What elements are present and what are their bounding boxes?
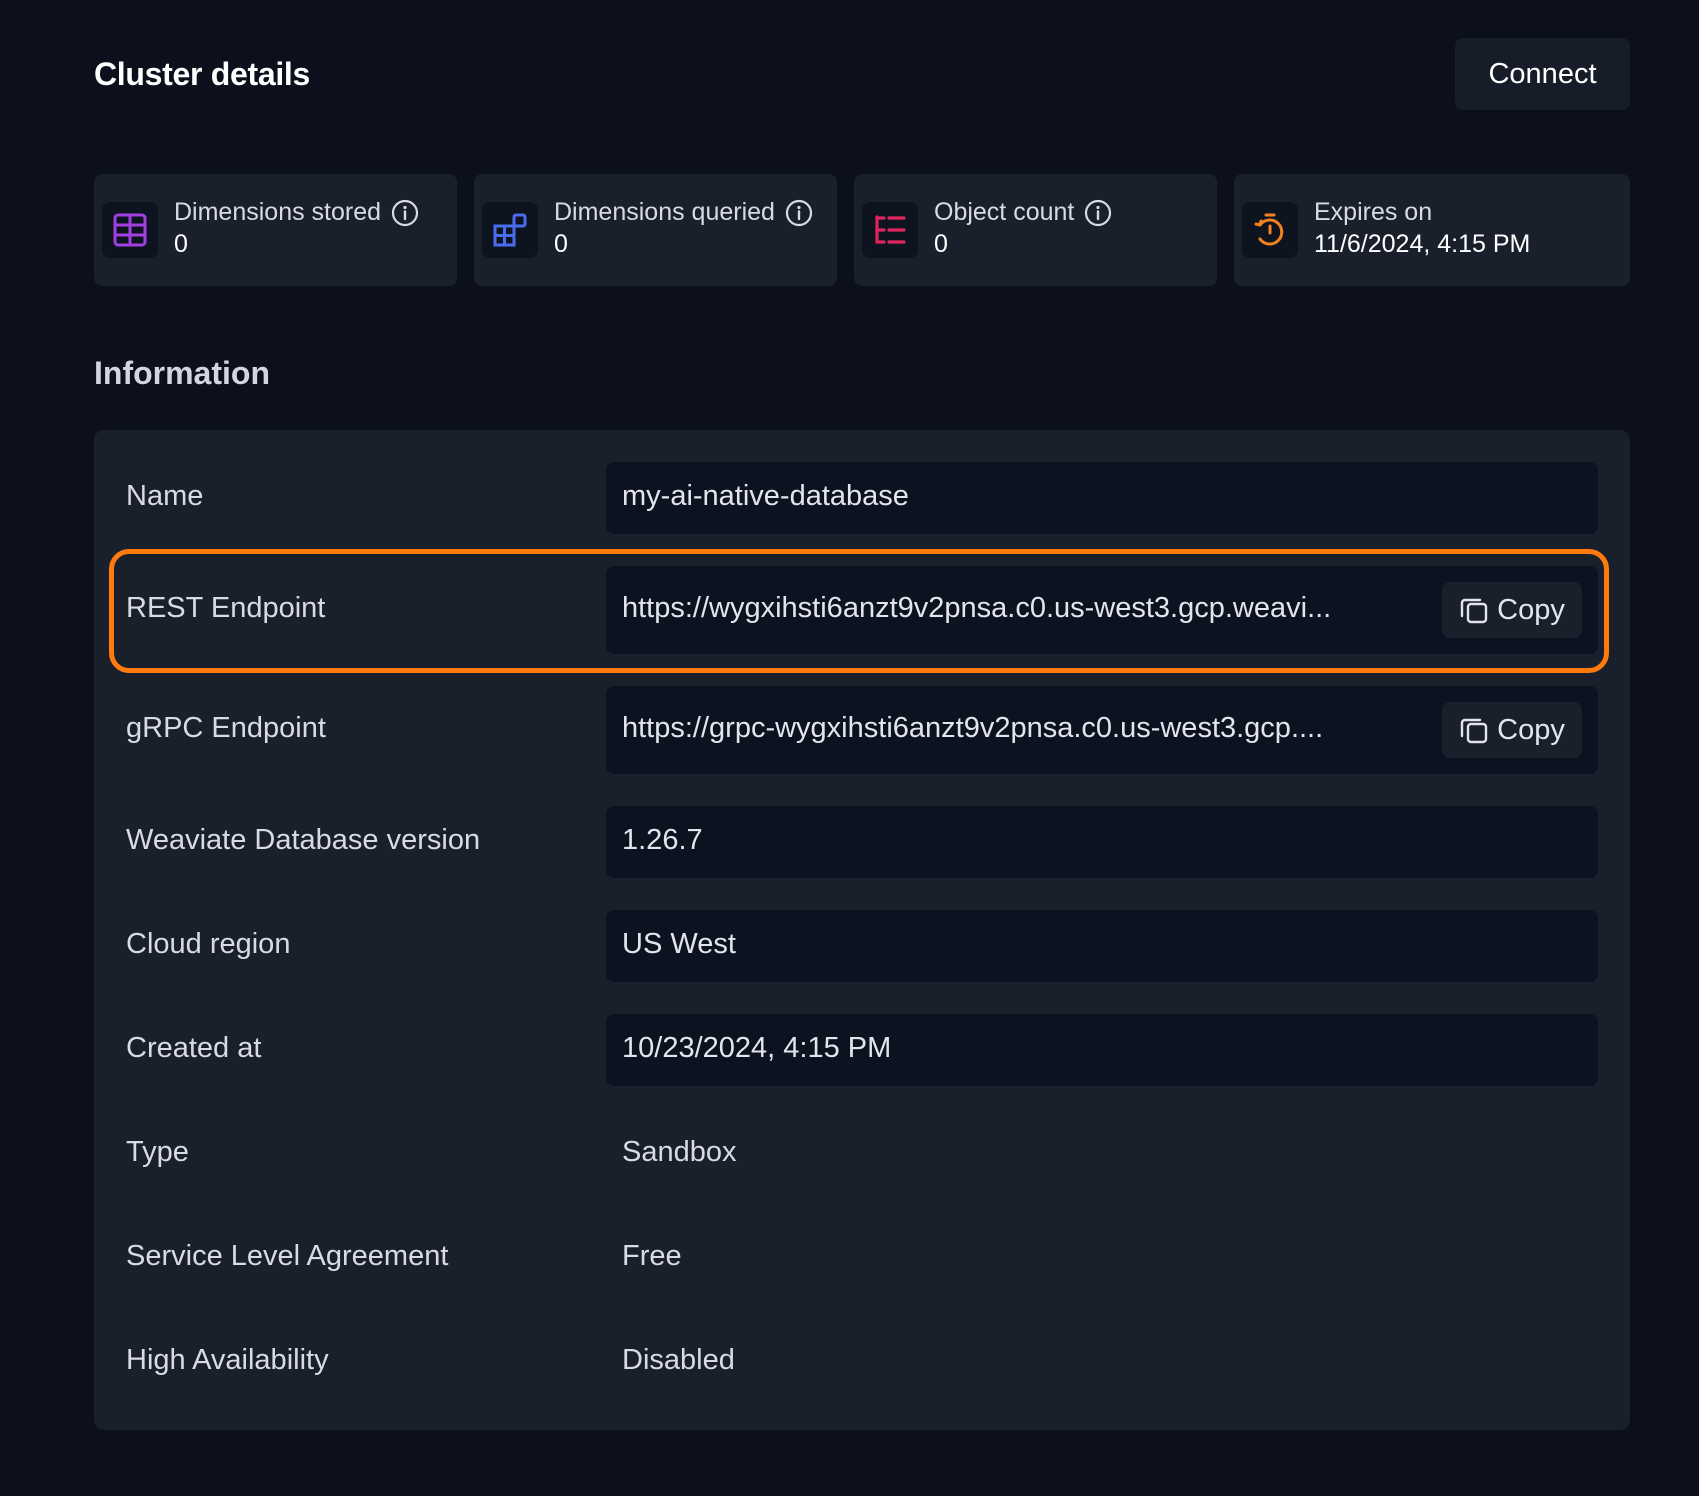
cloud-region-value: US West (622, 928, 736, 960)
copy-icon (1459, 715, 1489, 745)
stat-card-dimensions-stored: Dimensions stored 0 (94, 174, 457, 286)
type-label: Type (126, 1136, 189, 1168)
rest-endpoint-label: REST Endpoint (126, 592, 326, 624)
version-field[interactable]: 1.26.7 (606, 806, 1598, 878)
type-value: Sandbox (622, 1136, 737, 1168)
stat-card-expires-on: Expires on 11/6/2024, 4:15 PM (1234, 174, 1630, 286)
copy-label: Copy (1497, 713, 1565, 746)
stat-label-text: Object count (934, 198, 1075, 226)
grpc-endpoint-value: https://grpc-wygxihsti6anzt9v2pnsa.c0.us… (622, 712, 1324, 744)
grpc-endpoint-field[interactable]: https://grpc-wygxihsti6anzt9v2pnsa.c0.us… (606, 686, 1598, 774)
information-title: Information (94, 355, 270, 391)
copy-rest-endpoint-button[interactable]: Copy (1442, 582, 1582, 638)
blocks-icon (482, 202, 538, 258)
stat-label-text: Dimensions queried (554, 198, 775, 226)
stat-value: 0 (174, 230, 188, 258)
stat-label: Dimensions stored (174, 198, 419, 227)
stat-card-object-count: Object count 0 (854, 174, 1217, 286)
stat-value: 0 (554, 230, 568, 258)
grpc-endpoint-label: gRPC Endpoint (126, 712, 326, 744)
stat-value: 11/6/2024, 4:15 PM (1314, 230, 1531, 258)
stat-label-text: Expires on (1314, 198, 1433, 226)
connect-button[interactable]: Connect (1455, 38, 1630, 110)
page-title: Cluster details (94, 56, 311, 92)
sla-label: Service Level Agreement (126, 1240, 449, 1272)
name-field[interactable]: my-ai-native-database (606, 462, 1598, 534)
high-availability-value: Disabled (622, 1344, 735, 1376)
cloud-region-field[interactable]: US West (606, 910, 1598, 982)
created-at-value: 10/23/2024, 4:15 PM (622, 1032, 892, 1064)
copy-icon (1459, 595, 1489, 625)
info-icon[interactable] (785, 199, 813, 227)
info-icon[interactable] (1084, 199, 1112, 227)
list-tree-icon (862, 202, 918, 258)
name-value: my-ai-native-database (622, 480, 909, 512)
information-panel: Name my-ai-native-database REST Endpoint… (94, 430, 1630, 1430)
created-at-field[interactable]: 10/23/2024, 4:15 PM (606, 1014, 1598, 1086)
cloud-region-label: Cloud region (126, 928, 291, 960)
page-header: Cluster details Connect (94, 38, 1630, 110)
stat-value: 0 (934, 230, 948, 258)
timer-icon (1242, 202, 1298, 258)
stat-label: Dimensions queried (554, 198, 813, 227)
cluster-details-page: Cluster details Connect Dimensions store… (0, 0, 1699, 1496)
version-label: Weaviate Database version (126, 824, 481, 856)
name-label: Name (126, 480, 204, 512)
sla-value: Free (622, 1240, 682, 1272)
stat-label: Expires on (1314, 198, 1432, 227)
stats-row: Dimensions stored 0 Dimensions queried 0… (94, 174, 1630, 286)
info-icon[interactable] (391, 199, 419, 227)
high-availability-label: High Availability (126, 1344, 329, 1376)
copy-label: Copy (1497, 593, 1565, 626)
copy-grpc-endpoint-button[interactable]: Copy (1442, 702, 1582, 758)
created-at-label: Created at (126, 1032, 262, 1064)
rest-endpoint-value: https://wygxihsti6anzt9v2pnsa.c0.us-west… (622, 592, 1332, 624)
rest-endpoint-field[interactable]: https://wygxihsti6anzt9v2pnsa.c0.us-west… (606, 566, 1598, 654)
version-value: 1.26.7 (622, 824, 703, 856)
stat-label-text: Dimensions stored (174, 198, 382, 226)
stat-card-dimensions-queried: Dimensions queried 0 (474, 174, 837, 286)
stat-label: Object count (934, 198, 1112, 227)
table-grid-icon (102, 202, 158, 258)
